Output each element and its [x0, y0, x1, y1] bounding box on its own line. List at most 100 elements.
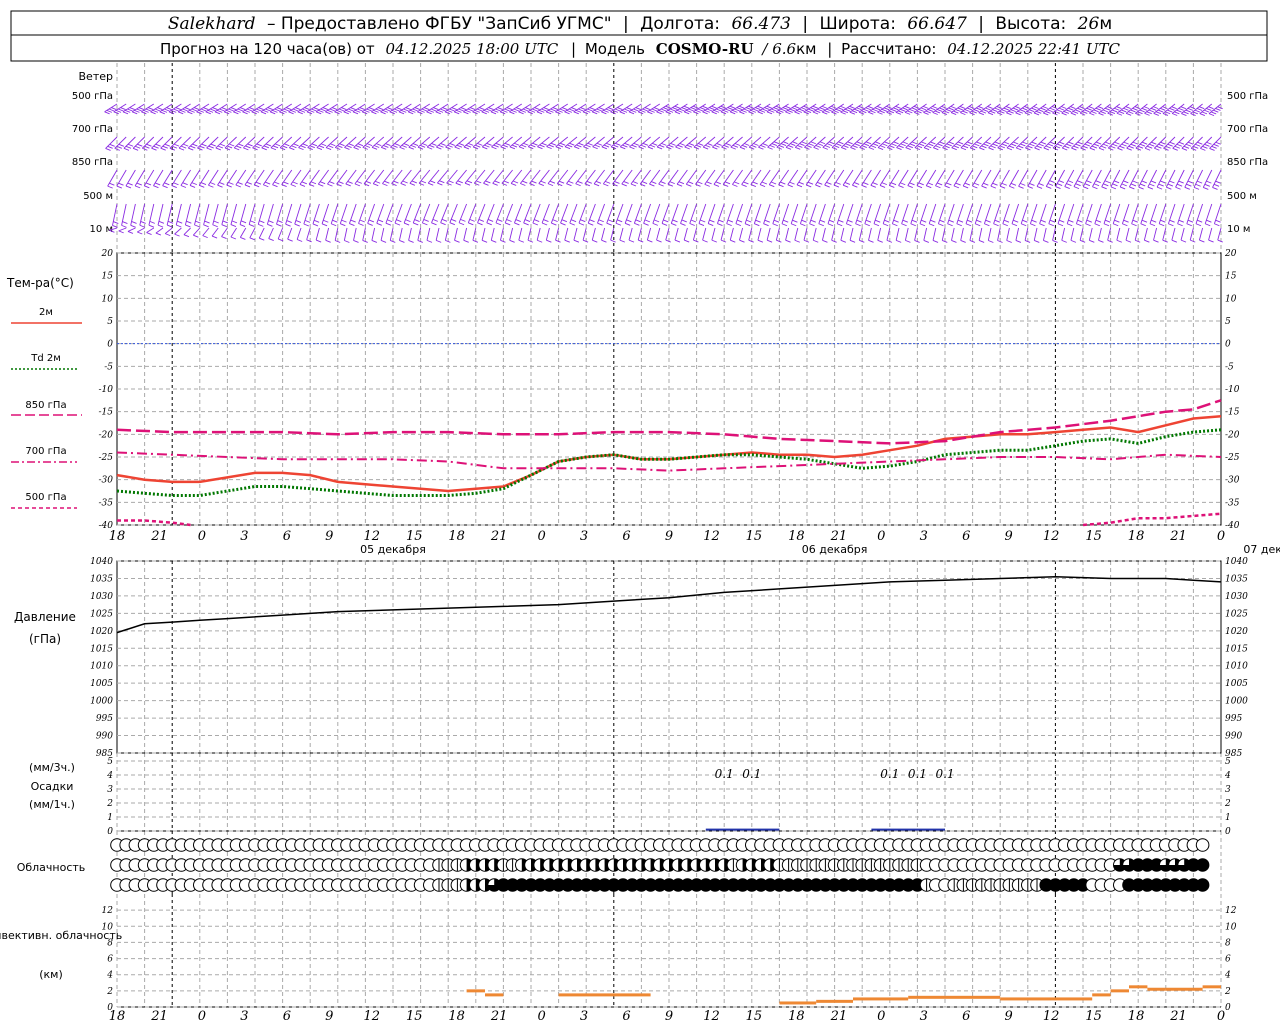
- wind-barb: [221, 227, 228, 239]
- header-line-2: Прогноз на 120 часа(ов) от 04.12.2025 18…: [160, 40, 1120, 58]
- wind-barb: [858, 103, 874, 115]
- time-tick-label: 3: [920, 529, 928, 544]
- pressure-ytick-right: 1035: [1225, 574, 1248, 584]
- wind-barb: [504, 203, 514, 226]
- temp-ytick-right: -25: [1225, 453, 1240, 463]
- temp-ytick-left: -20: [99, 430, 114, 440]
- wind-barb: [157, 203, 165, 228]
- wind-barb: [877, 227, 883, 243]
- wind-barb: [799, 203, 808, 227]
- time-tick-label-bottom: 12: [703, 1009, 720, 1024]
- wind-barb: [276, 203, 284, 227]
- precip-data-label: 0.1: [715, 767, 734, 781]
- wind-barb: [658, 169, 670, 187]
- pressure-unit: (гПа): [29, 632, 61, 646]
- pressure-ytick-right: 1010: [1225, 662, 1248, 672]
- wind-barb: [315, 227, 322, 243]
- temp-ytick-left: -40: [99, 521, 114, 531]
- wind-barb: [481, 227, 488, 243]
- wind-barb: [956, 203, 964, 227]
- wind-barb: [587, 203, 596, 226]
- pressure-ytick-left: 1025: [90, 609, 113, 619]
- temp-ytick-right: -30: [1225, 476, 1240, 486]
- time-tick-label: 9: [665, 529, 673, 544]
- wind-barb: [486, 203, 495, 226]
- wind-barb: [463, 227, 469, 243]
- wind-barb: [1033, 227, 1040, 243]
- wind-barb: [564, 227, 570, 243]
- wind-barb: [575, 169, 587, 187]
- wind-barb: [753, 203, 762, 227]
- wind-barb: [509, 227, 515, 243]
- wind-barb: [610, 227, 616, 243]
- wind-barb: [763, 203, 771, 227]
- precip-ytick-left: 5: [107, 757, 113, 767]
- wind-barb: [1039, 203, 1047, 227]
- wind-barb: [987, 227, 994, 243]
- wind-barb: [1088, 227, 1095, 243]
- wind-barb: [1140, 203, 1148, 227]
- wind-barb: [1153, 227, 1159, 243]
- precip-ytick-right: 2: [1224, 799, 1231, 809]
- wind-barb: [458, 203, 468, 226]
- wind-barb: [296, 227, 303, 242]
- time-tick-label-bottom: 0: [1217, 1009, 1225, 1024]
- wind-barb: [785, 103, 800, 115]
- wind-barb: [944, 169, 955, 189]
- wind-panel: Ветер 500 гПа 700 гПа 850 гПа 500 м 10 м…: [72, 70, 1268, 243]
- conv-ytick-right: 8: [1225, 938, 1231, 948]
- wind-barb: [541, 203, 550, 226]
- wind-barb: [704, 169, 716, 187]
- wind-barb: [146, 227, 155, 235]
- time-tick-label-bottom: 0: [537, 1009, 545, 1024]
- wind-level-850hpa-right: 850 гПа: [1227, 157, 1268, 168]
- wind-barb: [665, 227, 671, 243]
- wind-barb: [1002, 203, 1010, 227]
- wind-barb: [593, 169, 605, 187]
- wind-barb: [711, 103, 726, 115]
- wind-barb: [1110, 169, 1121, 190]
- wind-barb: [698, 203, 707, 226]
- wind-barb: [194, 203, 201, 228]
- wind-barb: [1052, 103, 1067, 116]
- wind-barb: [1116, 103, 1131, 116]
- wind-barb: [376, 203, 385, 226]
- forecast-start: 04.12.2025 18:00 UTC: [385, 40, 558, 58]
- wind-barb: [951, 227, 957, 243]
- wind-barb: [514, 203, 523, 226]
- wind-barb: [203, 203, 210, 228]
- legend-700-label: 700 гПа: [25, 446, 66, 457]
- wind-barb: [1189, 227, 1196, 243]
- wind-barb: [739, 103, 754, 115]
- wind-barb: [244, 169, 256, 188]
- wind-barb: [713, 169, 725, 187]
- wind-barb: [1075, 203, 1084, 227]
- wind-barb: [1147, 169, 1158, 190]
- time-tick-label: 9: [1005, 529, 1013, 544]
- precip-ytick-left: 1: [107, 813, 113, 823]
- conv-cloud-segment: [853, 997, 909, 1001]
- wind-barb: [426, 227, 433, 243]
- wind-level-500m-left: 500 м: [83, 191, 113, 202]
- wind-barb: [330, 203, 339, 227]
- wind-barb: [212, 203, 219, 228]
- time-tick-label: 6: [283, 529, 291, 544]
- wind-barb: [1066, 203, 1075, 227]
- wind-barb: [652, 203, 661, 226]
- cloud-title: Облачность: [17, 861, 86, 874]
- wind-barb: [192, 227, 201, 238]
- time-tick-label: 18: [448, 529, 465, 544]
- wind-barb: [523, 203, 532, 226]
- wind-barb: [882, 203, 891, 227]
- wind-barb: [947, 203, 955, 227]
- wind-barb: [1208, 227, 1214, 243]
- wind-barb: [1199, 103, 1214, 117]
- wind-barb: [312, 203, 320, 227]
- temp-ytick-right: 5: [1225, 317, 1231, 327]
- wind-barb: [794, 227, 800, 243]
- wind-barb: [766, 227, 773, 243]
- wind-barb: [1098, 227, 1104, 243]
- temp-ytick-left: -5: [104, 362, 113, 372]
- wind-barb: [125, 169, 136, 189]
- wind-barb: [602, 169, 615, 187]
